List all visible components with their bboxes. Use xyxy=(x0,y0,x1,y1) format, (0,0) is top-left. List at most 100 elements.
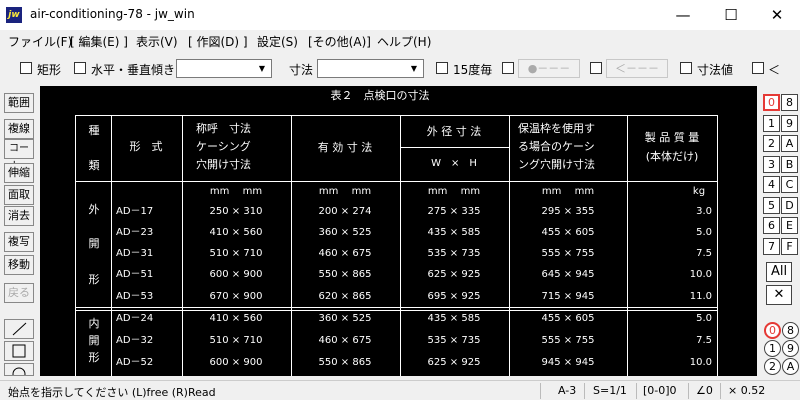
circle-tool-button[interactable] xyxy=(4,363,34,376)
layer-group-9[interactable]: 9 xyxy=(782,340,799,357)
cell-mass: 7.5 xyxy=(696,335,712,346)
arrow-line-button[interactable]: ＜－－－ xyxy=(606,59,668,78)
zoom-value[interactable]: × 0.52 xyxy=(728,384,765,397)
cell-nominal: 600 × 900 xyxy=(210,269,263,280)
cell-nominal: 410 × 560 xyxy=(210,313,263,324)
cell-mass: 5.0 xyxy=(696,227,712,238)
jw-app-icon: jw xyxy=(6,7,22,23)
cell-insulation: 555 × 755 xyxy=(542,335,595,346)
cell-mass: 10.0 xyxy=(690,357,712,368)
cell-insulation: 645 × 945 xyxy=(542,269,595,280)
cell-model: AD－32 xyxy=(116,335,153,346)
tool-erase[interactable]: 消去 xyxy=(4,206,34,226)
circle-line-button[interactable]: ●－－－ xyxy=(518,59,580,78)
cell-effective: 620 × 865 xyxy=(319,291,372,302)
unit-effective: mm mm xyxy=(319,186,371,197)
menu-draw[interactable]: [ 作図(D) ] xyxy=(188,33,248,50)
all-layers-button[interactable]: All xyxy=(766,262,792,282)
cell-outer: 695 × 925 xyxy=(428,291,481,302)
layer-A[interactable]: A xyxy=(781,135,798,152)
layer-2[interactable]: 2 xyxy=(763,135,780,152)
cell-insulation: 945 × 945 xyxy=(542,357,595,368)
minimize-button[interactable]: — xyxy=(660,0,706,30)
tool-stretch[interactable]: 伸縮 xyxy=(4,163,34,183)
layer-D[interactable]: D xyxy=(781,196,798,214)
layer-B[interactable]: B xyxy=(781,155,798,173)
layer-F[interactable]: F xyxy=(781,237,798,255)
divider xyxy=(540,383,541,399)
cell-model: AD－52 xyxy=(116,357,153,368)
layer-group-0[interactable]: 0 xyxy=(764,322,781,339)
layer-5[interactable]: 5 xyxy=(763,196,780,214)
layer-group-8[interactable]: 8 xyxy=(782,322,799,339)
header-mass-1: 製 品 質 量 xyxy=(645,130,700,144)
close-icon[interactable]: ✕ xyxy=(766,285,792,305)
dimval-checkbox[interactable] xyxy=(680,62,692,74)
cell-effective: 460 × 675 xyxy=(319,335,372,346)
group-outer-char-2: 開 xyxy=(89,237,100,250)
maximize-button[interactable]: ☐ xyxy=(708,0,754,30)
layer-E[interactable]: E xyxy=(781,217,798,234)
deg15-checkbox[interactable] xyxy=(436,62,448,74)
close-button[interactable]: ✕ xyxy=(754,0,800,30)
drawing-scale[interactable]: S=1/1 xyxy=(593,384,627,397)
menu-view[interactable]: 表示(V) xyxy=(136,33,178,50)
line-tool-button[interactable] xyxy=(4,319,34,339)
header-nominal-3: 穴開け寸法 xyxy=(196,157,251,171)
menu-edit[interactable]: [ 編集(E) ] xyxy=(70,33,128,50)
dim-combo[interactable]: ▼ xyxy=(317,59,424,78)
circle-checkbox[interactable] xyxy=(502,62,514,74)
tool-range[interactable]: 範囲 xyxy=(4,93,34,113)
tool-copy[interactable]: 複写 xyxy=(4,232,34,252)
layer-group-2[interactable]: 2 xyxy=(764,358,781,375)
layer-3[interactable]: 3 xyxy=(763,155,780,173)
lt-checkbox[interactable] xyxy=(752,62,764,74)
menu-settings[interactable]: 設定(S) xyxy=(257,33,298,50)
menu-file[interactable]: ファイル(F) xyxy=(8,33,72,50)
cell-effective: 360 × 525 xyxy=(319,227,372,238)
header-nominal-1: 称呼 寸法 xyxy=(196,121,251,135)
cell-effective: 550 × 865 xyxy=(319,269,372,280)
tool-chamfer[interactable]: 面取 xyxy=(4,185,34,205)
tool-corner[interactable]: コーナー xyxy=(4,139,34,172)
cell-model: AD－31 xyxy=(116,248,153,259)
angle-value[interactable]: ∠0 xyxy=(696,384,713,397)
status-message: 始点を指示してください (L)free (R)Read xyxy=(8,386,216,399)
slope-combo[interactable]: ▼ xyxy=(176,59,272,78)
tool-undo[interactable]: 戻る xyxy=(4,283,34,303)
header-insulation-2: る場合のケーシ xyxy=(518,139,595,153)
chevron-down-icon: ▼ xyxy=(410,64,418,73)
menu-other[interactable]: [その他(A)] xyxy=(308,33,371,50)
rect-tool-button[interactable] xyxy=(4,341,34,361)
cell-outer: 435 × 585 xyxy=(428,227,481,238)
arrow-checkbox[interactable] xyxy=(590,62,602,74)
cell-insulation: 295 × 355 xyxy=(542,206,595,217)
layer-C[interactable]: C xyxy=(781,176,798,193)
divider xyxy=(584,383,585,399)
rect-checkbox[interactable] xyxy=(20,62,32,74)
layer-7[interactable]: 7 xyxy=(763,237,780,255)
rect-label: 矩形 xyxy=(37,63,62,77)
cell-mass: 3.0 xyxy=(696,206,712,217)
layer-group-A[interactable]: A xyxy=(782,358,799,375)
layer-4[interactable]: 4 xyxy=(763,176,780,193)
menu-help[interactable]: ヘルプ(H) xyxy=(377,33,431,50)
header-wxh: W × H xyxy=(431,158,477,169)
hv-checkbox[interactable] xyxy=(74,62,86,74)
cell-model: AD－53 xyxy=(116,291,153,302)
layer-0[interactable]: 0 xyxy=(763,94,780,111)
menu-bar: ファイル(F) [ 編集(E) ] 表示(V) [ 作図(D) ] 設定(S) … xyxy=(0,30,800,52)
layer-9[interactable]: 9 xyxy=(781,114,798,132)
current-layer[interactable]: [0-0]0 xyxy=(643,384,677,397)
layer-6[interactable]: 6 xyxy=(763,217,780,234)
header-nominal-2: ケーシング xyxy=(196,139,251,153)
layer-group-1[interactable]: 1 xyxy=(764,340,781,357)
tool-parallel[interactable]: 複線 xyxy=(4,119,34,139)
layer-8[interactable]: 8 xyxy=(781,94,798,111)
drawing-canvas[interactable]: 表２ 点検口の寸法 種 類 形 式 称呼 寸法 ケーシング 穴開け寸法 有 効 … xyxy=(40,86,757,376)
header-insulation-3: ング穴開け寸法 xyxy=(518,157,595,171)
cell-nominal: 600 × 900 xyxy=(210,357,263,368)
tool-move[interactable]: 移動 xyxy=(4,255,34,275)
paper-size[interactable]: A-3 xyxy=(558,384,576,397)
layer-1[interactable]: 1 xyxy=(763,114,780,132)
